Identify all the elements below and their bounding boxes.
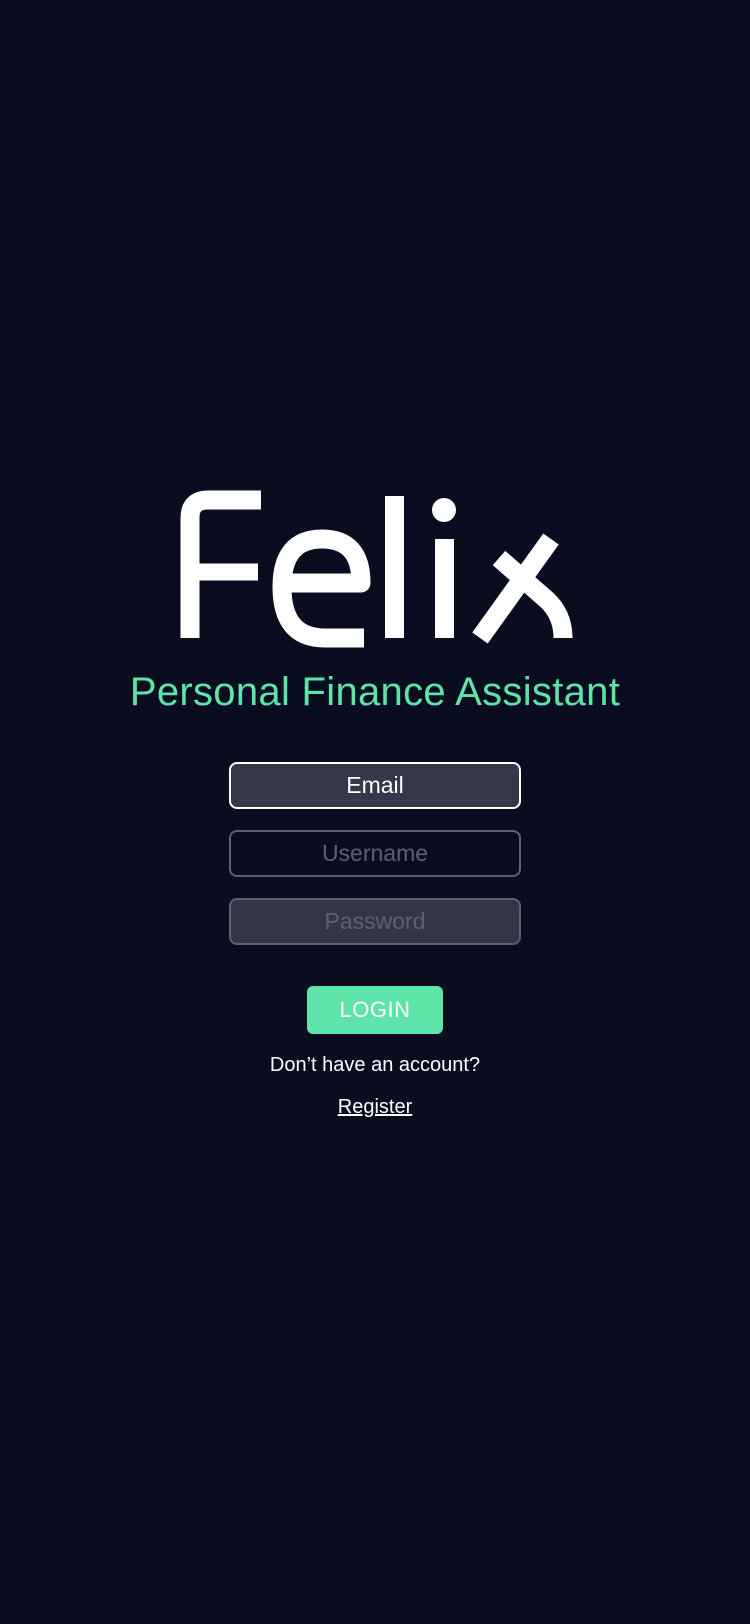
logo-letter-x [472, 533, 573, 644]
logo-letter-i [432, 498, 456, 638]
email-field[interactable]: Email [229, 762, 521, 809]
password-field[interactable]: Password [229, 898, 521, 945]
logo-letter-f [180, 490, 261, 638]
logo-letter-l [385, 496, 404, 638]
logo-letter-e [272, 529, 371, 648]
register-link[interactable]: Register [338, 1096, 412, 1118]
no-account-prompt: Don’t have an account? [269, 1054, 481, 1076]
username-field[interactable]: Username [229, 830, 521, 877]
login-button[interactable]: LOGIN [307, 986, 443, 1034]
tagline: Personal Finance Assistant [129, 670, 621, 714]
register-link-row: Register [0, 1095, 750, 1119]
felix-logo [165, 488, 585, 648]
